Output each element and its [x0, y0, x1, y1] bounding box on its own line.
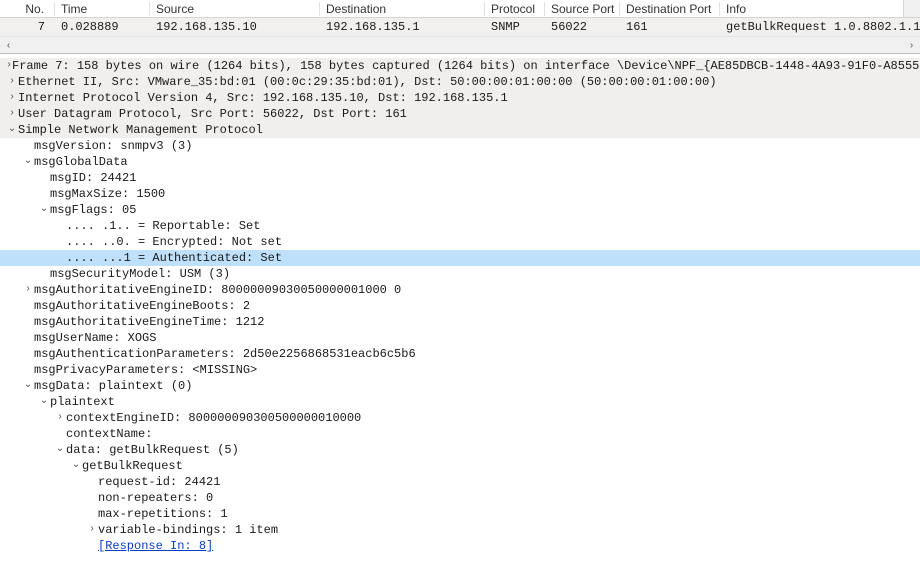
tree-row-flag-authenticated[interactable]: .... ...1 = Authenticated: Set [0, 250, 920, 266]
tree-row-msgid[interactable]: msgID: 24421 [0, 170, 920, 186]
response-in-link[interactable]: [Response In: 8] [98, 538, 213, 554]
tree-label: variable-bindings: 1 item [98, 522, 278, 538]
tree-label: msgPrivacyParameters: <MISSING> [34, 362, 257, 378]
tree-row-data[interactable]: ⌄ data: getBulkRequest (5) [0, 442, 920, 458]
col-header-no[interactable]: No. [0, 2, 55, 16]
tree-label: msgAuthoritativeEngineBoots: 2 [34, 298, 250, 314]
tree-row-authengtime[interactable]: msgAuthoritativeEngineTime: 1212 [0, 314, 920, 330]
tree-row-snmp[interactable]: ⌄ Simple Network Management Protocol [0, 122, 920, 138]
tree-label: User Datagram Protocol, Src Port: 56022,… [18, 106, 407, 122]
chevron-right-icon[interactable]: › [22, 282, 34, 298]
tree-label: msgAuthenticationParameters: 2d50e225686… [34, 346, 416, 362]
tree-row-msgversion[interactable]: msgVersion: snmpv3 (3) [0, 138, 920, 154]
tree-label: Internet Protocol Version 4, Src: 192.16… [18, 90, 508, 106]
cell-info: getBulkRequest 1.0.8802.1.1.2.1.3.1. [720, 20, 920, 34]
tree-label: msgSecurityModel: USM (3) [50, 266, 230, 282]
tree-row-udp[interactable]: › User Datagram Protocol, Src Port: 5602… [0, 106, 920, 122]
tree-label: .... ..0. = Encrypted: Not set [66, 234, 282, 250]
cell-source-port: 56022 [545, 20, 620, 34]
tree-row-username[interactable]: msgUserName: XOGS [0, 330, 920, 346]
tree-label: contextName: [66, 426, 152, 442]
col-header-info[interactable]: Info [720, 2, 920, 16]
packet-list: No. Time Source Destination Protocol Sou… [0, 0, 920, 54]
cell-protocol: SNMP [485, 20, 545, 34]
chevron-right-icon[interactable]: › [6, 74, 18, 90]
tree-row-nonrep[interactable]: non-repeaters: 0 [0, 490, 920, 506]
tree-row-plaintext[interactable]: ⌄ plaintext [0, 394, 920, 410]
tree-row-msgflags[interactable]: ⌄ msgFlags: 05 [0, 202, 920, 218]
cell-dest-port: 161 [620, 20, 720, 34]
tree-label: msgID: 24421 [50, 170, 136, 186]
chevron-right-icon[interactable]: › [6, 90, 18, 106]
col-header-dest-port[interactable]: Destination Port [620, 2, 720, 16]
tree-row-ctxname[interactable]: contextName: [0, 426, 920, 442]
cell-source: 192.168.135.10 [150, 20, 320, 34]
tree-label: msgGlobalData [34, 154, 128, 170]
col-header-protocol[interactable]: Protocol [485, 2, 545, 16]
chevron-down-icon[interactable]: ⌄ [54, 442, 66, 458]
chevron-down-icon[interactable]: ⌄ [6, 122, 18, 138]
chevron-right-icon[interactable]: › [86, 522, 98, 538]
vscroll-placeholder-icon [903, 0, 920, 17]
tree-label: Simple Network Management Protocol [18, 122, 263, 138]
tree-row-ip[interactable]: › Internet Protocol Version 4, Src: 192.… [0, 90, 920, 106]
cell-time: 0.028889 [55, 20, 150, 34]
packet-row[interactable]: 7 0.028889 192.168.135.10 192.168.135.1 … [0, 18, 920, 36]
cell-destination: 192.168.135.1 [320, 20, 485, 34]
tree-row-authparams[interactable]: msgAuthenticationParameters: 2d50e225686… [0, 346, 920, 362]
chevron-down-icon[interactable]: ⌄ [70, 458, 82, 474]
tree-row-ethernet[interactable]: › Ethernet II, Src: VMware_35:bd:01 (00:… [0, 74, 920, 90]
tree-row-msgdata[interactable]: ⌄ msgData: plaintext (0) [0, 378, 920, 394]
tree-row-msgsecmodel[interactable]: msgSecurityModel: USM (3) [0, 266, 920, 282]
tree-label: msgVersion: snmpv3 (3) [34, 138, 192, 154]
col-header-source-port[interactable]: Source Port [545, 2, 620, 16]
tree-label: getBulkRequest [82, 458, 183, 474]
packet-details-tree: › Frame 7: 158 bytes on wire (1264 bits)… [0, 54, 920, 562]
chevron-right-icon[interactable]: › [54, 410, 66, 426]
tree-label: .... ...1 = Authenticated: Set [66, 250, 282, 266]
tree-label: msgData: plaintext (0) [34, 378, 192, 394]
tree-row-flag-reportable[interactable]: .... .1.. = Reportable: Set [0, 218, 920, 234]
tree-row-msgglobaldata[interactable]: ⌄ msgGlobalData [0, 154, 920, 170]
tree-row-response-in[interactable]: [Response In: 8] [0, 538, 920, 554]
tree-label: Ethernet II, Src: VMware_35:bd:01 (00:0c… [18, 74, 717, 90]
tree-label: data: getBulkRequest (5) [66, 442, 239, 458]
tree-row-ctxengid[interactable]: › contextEngineID: 800000090300500000010… [0, 410, 920, 426]
tree-label: request-id: 24421 [98, 474, 220, 490]
tree-label: msgUserName: XOGS [34, 330, 156, 346]
chevron-down-icon[interactable]: ⌄ [22, 154, 34, 170]
tree-row-msgmaxsize[interactable]: msgMaxSize: 1500 [0, 186, 920, 202]
col-header-source[interactable]: Source [150, 2, 320, 16]
cell-no: 7 [0, 20, 55, 34]
tree-row-getbulk[interactable]: ⌄ getBulkRequest [0, 458, 920, 474]
tree-row-privparams[interactable]: msgPrivacyParameters: <MISSING> [0, 362, 920, 378]
tree-row-varbind[interactable]: › variable-bindings: 1 item [0, 522, 920, 538]
col-header-time[interactable]: Time [55, 2, 150, 16]
tree-label: plaintext [50, 394, 115, 410]
packet-list-hscrollbar[interactable]: ‹ › [0, 36, 920, 53]
tree-label: max-repetitions: 1 [98, 506, 228, 522]
tree-row-authengboots[interactable]: msgAuthoritativeEngineBoots: 2 [0, 298, 920, 314]
tree-label: non-repeaters: 0 [98, 490, 213, 506]
packet-list-header: No. Time Source Destination Protocol Sou… [0, 0, 920, 18]
tree-row-frame[interactable]: › Frame 7: 158 bytes on wire (1264 bits)… [0, 58, 920, 74]
tree-row-flag-encrypted[interactable]: .... ..0. = Encrypted: Not set [0, 234, 920, 250]
chevron-down-icon[interactable]: ⌄ [22, 378, 34, 394]
tree-label: Frame 7: 158 bytes on wire (1264 bits), … [12, 58, 920, 74]
chevron-down-icon[interactable]: ⌄ [38, 202, 50, 218]
tree-label: contextEngineID: 80000009030050000001000… [66, 410, 361, 426]
tree-row-authengid[interactable]: › msgAuthoritativeEngineID: 800000090300… [0, 282, 920, 298]
tree-label: msgMaxSize: 1500 [50, 186, 165, 202]
tree-row-maxrep[interactable]: max-repetitions: 1 [0, 506, 920, 522]
tree-row-reqid[interactable]: request-id: 24421 [0, 474, 920, 490]
tree-label: .... .1.. = Reportable: Set [66, 218, 260, 234]
col-header-destination[interactable]: Destination [320, 2, 485, 16]
tree-label: msgAuthoritativeEngineTime: 1212 [34, 314, 264, 330]
tree-label: msgFlags: 05 [50, 202, 136, 218]
chevron-down-icon[interactable]: ⌄ [38, 394, 50, 410]
scroll-right-icon[interactable]: › [903, 37, 920, 54]
scroll-left-icon[interactable]: ‹ [0, 37, 17, 54]
chevron-right-icon[interactable]: › [6, 106, 18, 122]
tree-label: msgAuthoritativeEngineID: 80000009030050… [34, 282, 401, 298]
